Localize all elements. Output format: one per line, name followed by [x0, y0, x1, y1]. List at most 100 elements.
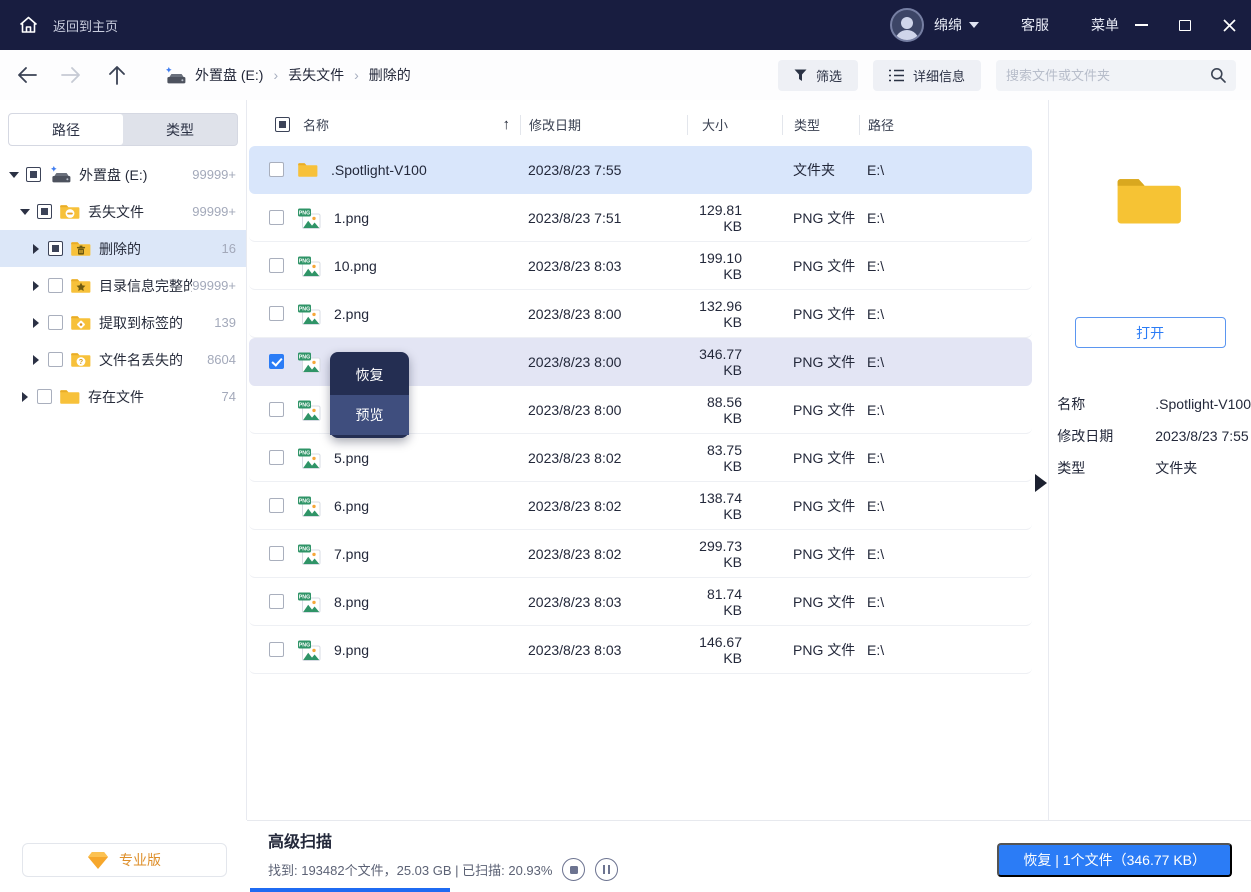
scan-mode-title: 高级扫描 — [268, 828, 618, 852]
row-checkbox[interactable] — [269, 354, 284, 369]
filter-button[interactable]: 筛选 — [778, 60, 858, 91]
row-checkbox[interactable] — [269, 162, 284, 177]
file-name: 8.png — [334, 594, 369, 610]
table-row[interactable]: PNG 10.png 2023/8/23 8:03 199.10 KB PNG … — [249, 242, 1032, 290]
row-checkbox[interactable] — [269, 258, 284, 273]
file-type: PNG 文件 — [782, 256, 859, 276]
table-row[interactable]: PNG 7.png 2023/8/23 8:02 299.73 KB PNG 文… — [249, 530, 1032, 578]
user-name[interactable]: 绵绵 — [934, 15, 962, 35]
row-checkbox[interactable] — [269, 210, 284, 225]
tree-checkbox[interactable] — [48, 352, 63, 367]
search-input[interactable] — [1006, 68, 1210, 83]
pause-icon — [603, 865, 610, 874]
folder-tree: 外置盘 (E:) 99999+ 丢失文件 99999+ 删除的 16 目录信息完… — [0, 156, 246, 415]
tree-expander-icon[interactable] — [30, 318, 42, 328]
preview-panel: 打开 名称 .Spotlight-V100 修改日期 2023/8/23 7:5… — [1049, 100, 1251, 820]
table-row[interactable]: PNG 8.png 2023/8/23 8:03 81.74 KB PNG 文件… — [249, 578, 1032, 626]
details-button[interactable]: 详细信息 — [873, 60, 981, 91]
png-icon: PNG — [298, 351, 321, 373]
breadcrumb-separator-icon: › — [273, 67, 278, 83]
open-button[interactable]: 打开 — [1075, 317, 1226, 348]
context-menu-item[interactable]: 恢复 — [330, 355, 409, 395]
support-link[interactable]: 客服 — [1021, 15, 1049, 35]
row-checkbox[interactable] — [269, 498, 284, 513]
sidebar-tab-inactive[interactable]: 类型 — [123, 114, 237, 145]
row-checkbox[interactable] — [269, 306, 284, 321]
file-size: 81.74 KB — [687, 586, 782, 618]
tree-checkbox[interactable] — [37, 204, 52, 219]
recover-button[interactable]: 恢复 | 1个文件（346.77 KB） — [997, 843, 1232, 877]
select-all-checkbox[interactable] — [275, 117, 290, 132]
menu-link[interactable]: 菜单 — [1091, 15, 1119, 35]
sidebar-tab-active[interactable]: 路径 — [9, 114, 123, 145]
up-button[interactable] — [104, 62, 130, 88]
column-header-date[interactable]: 修改日期 — [520, 115, 687, 135]
tree-expander-icon[interactable] — [30, 281, 42, 291]
minimize-button[interactable] — [1119, 0, 1163, 50]
scan-stats: 找到: 193482个文件，25.03 GB | 已扫描: 20.93% — [268, 860, 552, 879]
breadcrumb-separator-icon: › — [354, 67, 359, 83]
tree-checkbox[interactable] — [48, 241, 63, 256]
property-row: 名称 .Spotlight-V100 — [1057, 388, 1251, 420]
tree-item[interactable]: ? 文件名丢失的 8604 — [0, 341, 246, 378]
column-header-path[interactable]: 路径 — [859, 115, 1032, 135]
table-row[interactable]: .Spotlight-V100 2023/8/23 7:55 文件夹 E:\ — [249, 146, 1032, 194]
tree-item[interactable]: 外置盘 (E:) 99999+ — [0, 156, 246, 193]
row-checkbox[interactable] — [269, 402, 284, 417]
tree-checkbox[interactable] — [37, 389, 52, 404]
column-header-type[interactable]: 类型 — [782, 115, 859, 135]
collapse-panel-icon[interactable] — [1035, 474, 1047, 492]
table-row[interactable]: PNG 1.png 2023/8/23 7:51 129.81 KB PNG 文… — [249, 194, 1032, 242]
tree-expander-icon[interactable] — [8, 172, 20, 178]
table-row[interactable]: PNG 2.png 2023/8/23 8:00 132.96 KB PNG 文… — [249, 290, 1032, 338]
pause-scan-button[interactable] — [595, 858, 618, 881]
breadcrumb-item[interactable]: 外置盘 (E:) › — [164, 65, 288, 85]
pro-version-button[interactable]: 专业版 — [22, 843, 227, 877]
home-button[interactable]: 返回到主页 — [0, 0, 136, 50]
tree-item[interactable]: 删除的 16 — [0, 230, 246, 267]
tree-expander-icon[interactable] — [30, 355, 42, 365]
chevron-down-icon[interactable] — [969, 22, 979, 28]
back-button[interactable] — [14, 62, 40, 88]
tree-item[interactable]: 提取到标签的 139 — [0, 304, 246, 341]
tree-item[interactable]: 丢失文件 99999+ — [0, 193, 246, 230]
file-name: 7.png — [334, 546, 369, 562]
maximize-button[interactable] — [1163, 0, 1207, 50]
avatar[interactable] — [890, 8, 924, 42]
breadcrumb-item[interactable]: 删除的 — [369, 65, 411, 85]
svg-text:PNG: PNG — [299, 498, 310, 504]
file-path: E:\ — [859, 354, 1032, 370]
tree-expander-icon[interactable] — [19, 392, 31, 402]
sort-ascending-icon[interactable]: ↑ — [503, 116, 511, 133]
tree-expander-icon[interactable] — [19, 209, 31, 215]
context-menu-item[interactable]: 预览 — [330, 395, 409, 435]
arrow-right-icon — [61, 67, 81, 83]
breadcrumb-item[interactable]: 丢失文件 › — [288, 65, 369, 85]
tree-checkbox[interactable] — [48, 278, 63, 293]
row-checkbox[interactable] — [269, 450, 284, 465]
table-row[interactable]: PNG 5.png 2023/8/23 8:02 83.75 KB PNG 文件… — [249, 434, 1032, 482]
stop-scan-button[interactable] — [562, 858, 585, 881]
png-icon: PNG — [298, 639, 321, 661]
tree-item-count: 16 — [222, 241, 246, 256]
column-header-size[interactable]: 大小 — [687, 115, 782, 135]
file-size: 346.77 KB — [687, 346, 782, 378]
table-row[interactable]: PNG 9.png 2023/8/23 8:03 146.67 KB PNG 文… — [249, 626, 1032, 674]
forward-button[interactable] — [58, 62, 84, 88]
tree-checkbox[interactable] — [48, 315, 63, 330]
row-checkbox[interactable] — [269, 642, 284, 657]
close-button[interactable] — [1207, 0, 1251, 50]
png-icon: PNG — [298, 303, 321, 325]
tree-item[interactable]: 目录信息完整的 99999+ — [0, 267, 246, 304]
search-icon[interactable] — [1210, 67, 1226, 83]
row-checkbox[interactable] — [269, 594, 284, 609]
table-row[interactable]: PNG 6.png 2023/8/23 8:02 138.74 KB PNG 文… — [249, 482, 1032, 530]
tree-checkbox[interactable] — [26, 167, 41, 182]
file-type: PNG 文件 — [782, 304, 859, 324]
file-type: PNG 文件 — [782, 448, 859, 468]
tree-expander-icon[interactable] — [30, 244, 42, 254]
row-checkbox[interactable] — [269, 546, 284, 561]
tree-item[interactable]: 存在文件 74 — [0, 378, 246, 415]
column-header-name[interactable]: 名称 — [303, 115, 329, 134]
svg-text:PNG: PNG — [299, 354, 310, 360]
